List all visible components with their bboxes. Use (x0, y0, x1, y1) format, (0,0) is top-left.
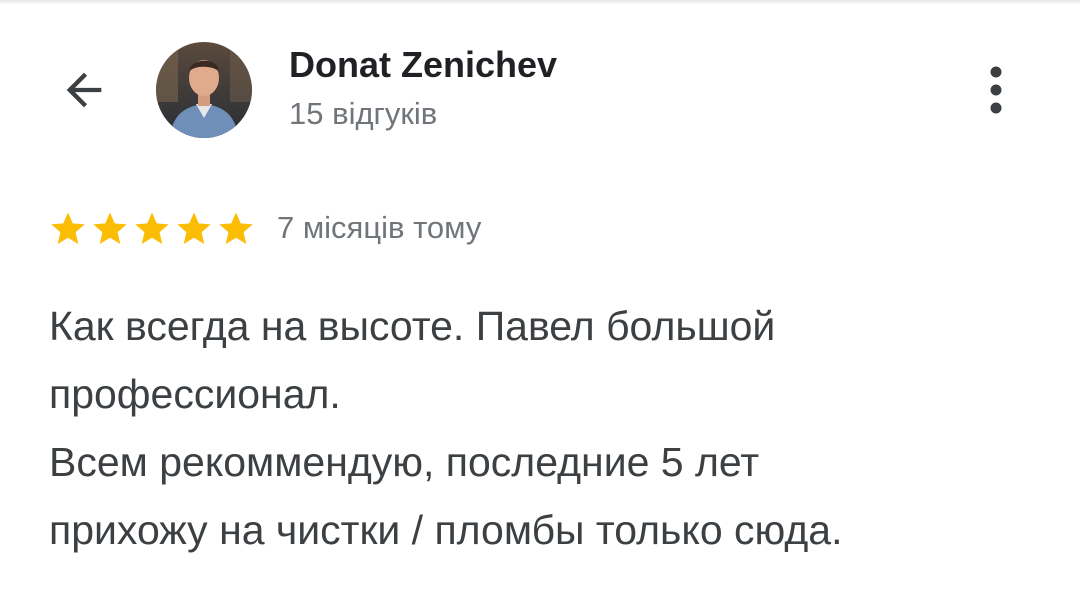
review-count: 15 відгуків (289, 96, 438, 131)
more-options-button[interactable] (968, 58, 1024, 122)
more-vertical-icon (990, 66, 1002, 114)
star-icon (219, 212, 253, 244)
review-text-line: профессионал. (49, 371, 341, 417)
review-text: Как всегда на высоте. Павел большой проф… (49, 292, 1059, 564)
star-icon (51, 212, 85, 244)
review-text-line: Как всегда на высоте. Павел большой (49, 303, 776, 349)
review-text-line: прихожу на чистки / пломбы только сюда. (49, 507, 843, 553)
user-photo (156, 42, 252, 138)
arrow-left-icon (66, 72, 102, 108)
star-icon (135, 212, 169, 244)
star-icon (177, 212, 211, 244)
back-button[interactable] (52, 60, 116, 120)
review-time: 7 місяців тому (277, 210, 482, 245)
top-shadow (0, 0, 1080, 5)
avatar[interactable] (156, 42, 252, 138)
star-rating (48, 209, 256, 249)
review-text-line: Всем рекоммендую, последние 5 лет (49, 439, 760, 485)
star-icon (93, 212, 127, 244)
author-name[interactable]: Donat Zenichev (289, 44, 557, 86)
